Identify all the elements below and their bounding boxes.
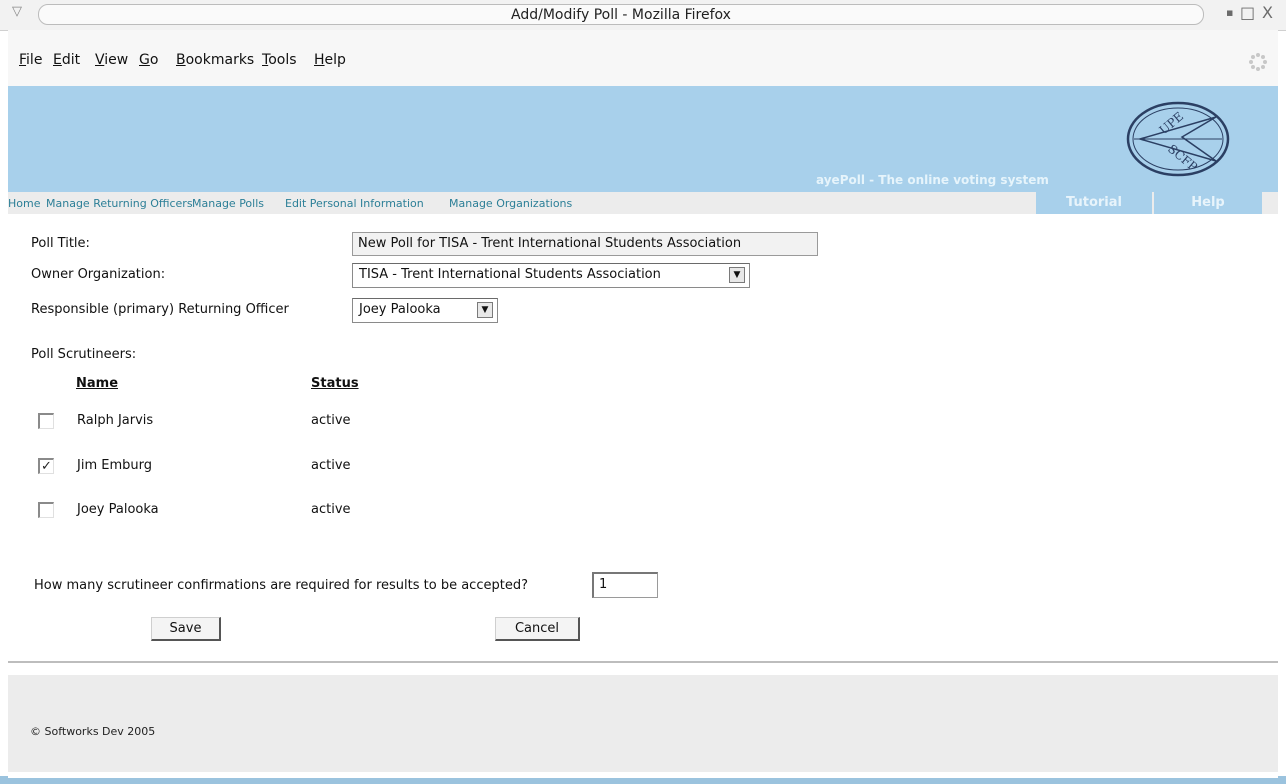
nav-manage-returning-officers[interactable]: Manage Returning Officers: [46, 197, 193, 210]
menu-bookmarks[interactable]: Bookmarks: [176, 52, 254, 68]
site-tagline: ayePoll - The online voting system: [816, 173, 1049, 187]
dropdown-arrow-icon[interactable]: ▼: [729, 267, 745, 283]
window-title-bar: ▽ Add/Modify Poll - Mozilla Firefox ▪ □ …: [0, 0, 1286, 31]
copyright-text: © Softworks Dev 2005: [30, 725, 156, 738]
tab-tutorial[interactable]: Tutorial: [1036, 192, 1152, 214]
tab-help[interactable]: Help: [1154, 192, 1262, 214]
poll-scrutineers-label: Poll Scrutineers:: [31, 347, 137, 362]
minimize-icon[interactable]: ▪: [1226, 6, 1233, 19]
menu-go[interactable]: Go: [139, 52, 158, 68]
scrutineer-checkbox[interactable]: [38, 413, 54, 429]
poll-title-input[interactable]: New Poll for TISA - Trent International …: [352, 232, 818, 256]
scrutineer-status: active: [311, 502, 351, 517]
confirmations-label: How many scrutineer confirmations are re…: [34, 578, 528, 593]
window-title: Add/Modify Poll - Mozilla Firefox: [511, 7, 731, 23]
throbber-icon: [1249, 53, 1267, 71]
save-button[interactable]: Save: [151, 617, 221, 641]
menu-bar: File Edit View Go Bookmarks Tools Help: [8, 30, 1278, 86]
menu-tools[interactable]: Tools: [262, 52, 297, 68]
scrutineer-checkbox[interactable]: ✓: [38, 458, 54, 474]
window-menu-icon[interactable]: ▽: [12, 4, 30, 24]
site-banner: ayePoll - The online voting system UPE S…: [8, 86, 1278, 192]
cancel-button[interactable]: Cancel: [495, 617, 580, 641]
menu-help[interactable]: Help: [314, 52, 346, 68]
nav-home[interactable]: Home: [8, 197, 40, 210]
owner-organization-value: TISA - Trent International Students Asso…: [359, 267, 661, 282]
site-nav: Home Manage Returning Officers Manage Po…: [8, 192, 1278, 214]
checkmark-icon: ✓: [41, 459, 52, 474]
scrutineer-status: active: [311, 458, 351, 473]
nav-manage-polls[interactable]: Manage Polls: [192, 197, 264, 210]
column-header-status: Status: [311, 376, 359, 391]
scrutineer-name: Ralph Jarvis: [77, 413, 154, 428]
footer-divider: [8, 661, 1278, 663]
returning-officer-value: Joey Palooka: [359, 302, 441, 317]
owner-organization-label: Owner Organization:: [31, 267, 166, 282]
svg-text:UPE: UPE: [1157, 109, 1187, 137]
maximize-icon[interactable]: □: [1240, 3, 1255, 22]
menu-file[interactable]: File: [19, 52, 42, 68]
title-field: Add/Modify Poll - Mozilla Firefox: [38, 4, 1204, 25]
owner-organization-select[interactable]: TISA - Trent International Students Asso…: [352, 263, 750, 288]
nav-manage-organizations[interactable]: Manage Organizations: [449, 197, 572, 210]
dropdown-arrow-icon[interactable]: ▼: [477, 302, 493, 318]
scrutineer-checkbox[interactable]: [38, 502, 54, 518]
returning-officer-label: Responsible (primary) Returning Officer: [31, 302, 289, 317]
scrutineer-name: Joey Palooka: [77, 502, 159, 517]
nav-edit-personal-information[interactable]: Edit Personal Information: [285, 197, 424, 210]
scrutineer-name: Jim Emburg: [77, 458, 152, 473]
menu-edit[interactable]: Edit: [53, 52, 80, 68]
returning-officer-select[interactable]: Joey Palooka ▼: [352, 298, 498, 323]
confirmations-input[interactable]: 1: [592, 572, 658, 598]
close-icon[interactable]: X: [1262, 3, 1273, 22]
union-logo: UPE SCFP: [1126, 101, 1230, 177]
window-bottom-edge: [0, 776, 1286, 784]
scrutineer-status: active: [311, 413, 351, 428]
poll-title-label: Poll Title:: [31, 236, 90, 251]
page-footer: © Softworks Dev 2005: [8, 675, 1278, 772]
column-header-name: Name: [76, 376, 119, 391]
menu-view[interactable]: View: [95, 52, 128, 68]
